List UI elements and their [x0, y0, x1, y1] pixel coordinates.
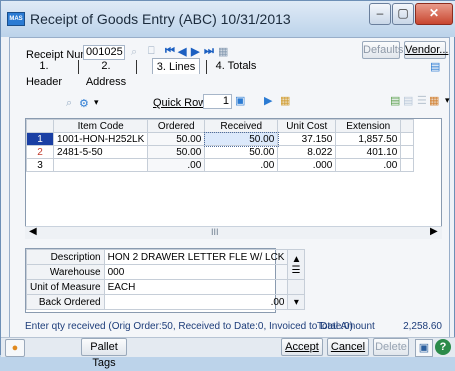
- warehouse-label: Warehouse: [26, 264, 105, 280]
- memo-button[interactable]: ▲ ☰: [287, 249, 306, 280]
- status-line: Enter qty received (Orig Order:50, Recei…: [25, 321, 442, 333]
- back-ordered-field: .00: [103, 294, 289, 310]
- first-record-icon[interactable]: ⏮: [165, 45, 175, 58]
- previous-record-icon[interactable]: ◀: [178, 45, 186, 58]
- next-record-icon[interactable]: ▶: [191, 45, 199, 58]
- item-code-cell[interactable]: 1001-HON-H252LK: [52, 132, 149, 146]
- extension-cell: 401.10: [335, 145, 402, 159]
- unit-of-measure-label: Unit of Measure: [26, 279, 105, 295]
- col-extension: Extension: [335, 119, 402, 133]
- print-icon[interactable]: ▣: [415, 339, 433, 357]
- unit-cost-cell[interactable]: .000: [277, 158, 337, 172]
- unit-of-measure-field[interactable]: EACH: [103, 279, 289, 295]
- title-bar: MAS Receipt of Goods Entry (ABC) 10/31/2…: [1, 1, 455, 37]
- delete-button[interactable]: Delete: [373, 338, 409, 356]
- description-label: Description: [26, 249, 105, 265]
- scroll-grip: III: [211, 227, 219, 237]
- scroll-left-icon[interactable]: ◀: [29, 226, 37, 237]
- col-received: Received: [204, 119, 279, 133]
- tab-header[interactable]: 1. Header: [20, 58, 68, 88]
- minimize-button[interactable]: –: [369, 3, 391, 25]
- tab-lines[interactable]: 3. Lines: [152, 58, 200, 74]
- received-cell[interactable]: .00: [204, 158, 279, 172]
- horizontal-scrollbar[interactable]: ◀ III ▶: [25, 226, 442, 239]
- received-cell[interactable]: 50.00: [203, 131, 279, 147]
- help-icon[interactable]: ?: [435, 339, 451, 355]
- dropdown-icon[interactable]: ▾: [94, 97, 99, 108]
- description-field[interactable]: HON 2 DRAWER LETTER FLE W/ LCK: [103, 249, 289, 265]
- warehouse-field[interactable]: 000: [103, 264, 289, 280]
- open-icon[interactable]: ⎕: [148, 45, 155, 58]
- quick-row-label: Quick Row: [153, 97, 207, 109]
- row-number[interactable]: 1: [26, 132, 54, 146]
- quick-row-field[interactable]: 1: [203, 94, 232, 109]
- table-row[interactable]: 2 2481-5-50 50.00 50.00 8.022 401.10: [26, 145, 414, 159]
- line-details-panel: Description HON 2 DRAWER LETTER FLE W/ L…: [25, 248, 306, 313]
- table-row[interactable]: 1 1001-HON-H252LK 50.00 50.00 37.150 1,8…: [26, 131, 414, 147]
- pallet-tags-button[interactable]: Pallet Tags: [81, 338, 127, 369]
- lines-grid: Item Code Ordered Received Unit Cost Ext…: [25, 118, 442, 238]
- tab-strip: 1. Header 2. Address 3. Lines 4. Totals: [20, 58, 400, 88]
- item-code-cell[interactable]: [52, 158, 149, 172]
- customize-grid-icon[interactable]: ▦: [429, 94, 439, 107]
- col-item-code: Item Code: [52, 119, 149, 133]
- options-dropdown-icon[interactable]: ▾: [445, 95, 450, 106]
- unit-cost-cell[interactable]: 8.022: [277, 145, 337, 159]
- zoom-icon[interactable]: ⌕: [66, 97, 72, 110]
- comment-icon[interactable]: ▶: [264, 94, 272, 107]
- line-marker-icon[interactable]: ☰: [417, 94, 427, 107]
- row-number[interactable]: 3: [26, 158, 54, 172]
- table-row[interactable]: 3 .00 .00 .000 .00: [26, 158, 414, 172]
- total-amount-label: Total Amount: [317, 321, 375, 332]
- grid-header: Item Code Ordered Received Unit Cost Ext…: [26, 119, 414, 133]
- unit-cost-cell[interactable]: 37.150: [277, 132, 337, 146]
- last-record-icon[interactable]: ⏭: [204, 45, 214, 58]
- vendor-button[interactable]: Vendor...: [404, 41, 448, 59]
- app-icon: MAS: [7, 12, 25, 26]
- lookup-button-icon[interactable]: ●: [5, 339, 25, 357]
- memo-icon[interactable]: ▤: [430, 60, 440, 73]
- window: MAS Receipt of Goods Entry (ABC) 10/31/2…: [0, 0, 455, 369]
- bottom-toolbar: ● Pallet Tags Accept Cancel Delete ▣ ?: [1, 337, 455, 369]
- insert-line-icon[interactable]: ▤: [390, 94, 400, 107]
- received-cell[interactable]: 50.00: [204, 145, 279, 159]
- extension-cell: .00: [335, 158, 402, 172]
- tab-address[interactable]: 2. Address: [82, 58, 130, 88]
- close-button[interactable]: ✕: [415, 3, 453, 25]
- scroll-down-icon[interactable]: ▾: [287, 294, 306, 310]
- cancel-button[interactable]: Cancel: [327, 338, 369, 356]
- window-title: Receipt of Goods Entry (ABC) 10/31/2013: [30, 11, 291, 27]
- row-number[interactable]: 2: [26, 145, 54, 159]
- line-options-icon[interactable]: ⚙: [79, 97, 89, 110]
- ordered-cell: 50.00: [147, 145, 206, 159]
- ordered-cell: 50.00: [147, 132, 206, 146]
- tab-totals[interactable]: 4. Totals: [212, 58, 260, 74]
- table-icon[interactable]: ▦: [280, 94, 290, 107]
- status-message: Enter qty received (Orig Order:50, Recei…: [25, 321, 353, 332]
- back-ordered-label: Back Ordered: [26, 294, 105, 310]
- grid-settings-icon[interactable]: ▣: [235, 94, 245, 107]
- maximize-button[interactable]: ▢: [392, 3, 414, 25]
- col-ordered: Ordered: [147, 119, 206, 133]
- extension-cell: 1,857.50: [335, 132, 402, 146]
- delete-line-icon[interactable]: ▤: [403, 94, 413, 107]
- scroll-right-icon[interactable]: ▶: [430, 226, 438, 237]
- defaults-button[interactable]: Defaults...: [362, 41, 413, 59]
- item-code-cell[interactable]: 2481-5-50: [52, 145, 149, 159]
- ordered-cell: .00: [147, 158, 206, 172]
- col-unit-cost: Unit Cost: [277, 119, 337, 133]
- total-amount-value: 2,258.60: [403, 321, 442, 332]
- calendar-icon[interactable]: ▦: [218, 45, 228, 58]
- accept-button[interactable]: Accept: [281, 338, 323, 356]
